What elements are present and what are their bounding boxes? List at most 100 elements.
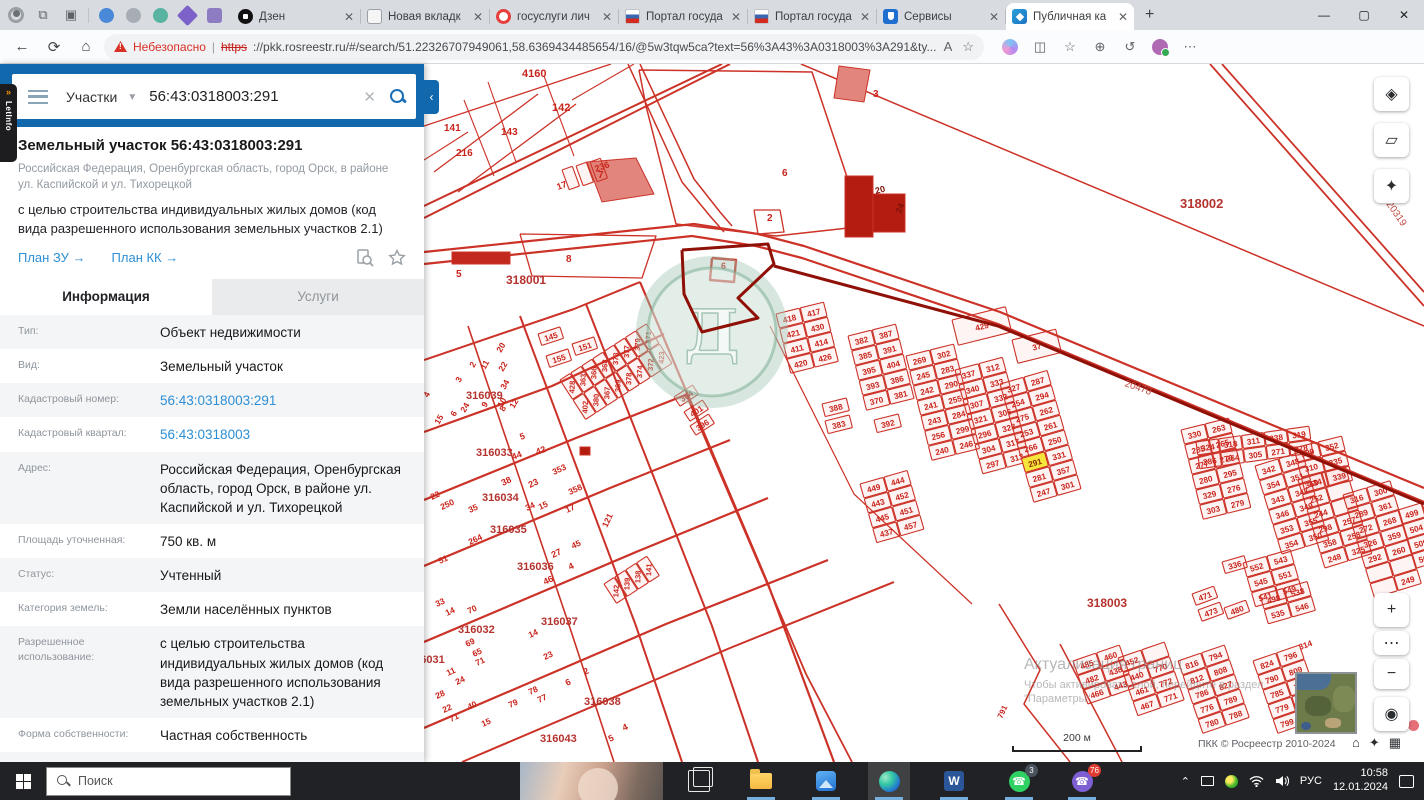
read-aloud-icon[interactable]: A <box>944 39 953 55</box>
overview-minimap[interactable] <box>1295 672 1357 734</box>
zoom-out-button[interactable]: − <box>1374 659 1409 689</box>
home-button[interactable]: ⌂ <box>72 33 100 61</box>
tab-services[interactable]: Услуги <box>212 278 424 315</box>
svg-text:6: 6 <box>448 409 459 418</box>
browser-tab-3[interactable]: госуслуги лич ✕ <box>490 3 619 30</box>
measure-button[interactable]: ▱ <box>1374 123 1409 157</box>
doc-search-icon[interactable] <box>356 249 374 267</box>
history-icon[interactable]: ↺ <box>1118 38 1142 56</box>
badge-count: 76 <box>1088 764 1101 777</box>
new-tab-button[interactable]: + <box>1145 6 1154 24</box>
viber-taskbar-icon[interactable]: ☎ 76 <box>1061 762 1103 800</box>
hidden-icons-chevron[interactable]: ⌃ <box>1181 775 1190 788</box>
tab-information[interactable]: Информация <box>0 278 212 315</box>
browser-tab-2[interactable]: Новая вкладк ✕ <box>361 3 490 30</box>
news-widget-thumbnail[interactable] <box>520 762 663 800</box>
pinned-tab-5[interactable] <box>207 7 222 23</box>
chevron-down-icon[interactable]: ▼ <box>127 92 137 103</box>
home-icon[interactable]: ⌂ <box>1352 735 1360 751</box>
info-row: Статус: Учтенный <box>0 558 424 593</box>
tab-close-icon[interactable]: ✕ <box>473 10 483 24</box>
dzen-favicon <box>238 9 253 24</box>
menu-icon[interactable] <box>28 89 48 104</box>
favorite-star-icon[interactable]: ☆ <box>962 39 974 55</box>
workspaces-icon[interactable]: ▣ <box>62 6 80 24</box>
layers-button[interactable]: ◈ <box>1374 77 1409 111</box>
tab-close-icon[interactable]: ✕ <box>731 10 741 24</box>
plan-zu-link[interactable]: План ЗУ → <box>18 250 86 265</box>
edge-taskbar-icon[interactable] <box>868 762 910 800</box>
clear-search-icon[interactable]: ✕ <box>363 88 376 106</box>
browser-tab-7[interactable]: Публичная ка ✕ <box>1006 3 1134 30</box>
vertical-tabs-icon[interactable]: ⧉ <box>34 6 52 24</box>
wifi-icon[interactable] <box>1249 775 1264 787</box>
photos-taskbar-icon[interactable] <box>805 762 847 800</box>
split-screen-icon[interactable]: ◫ <box>1028 38 1052 56</box>
svg-text:142: 142 <box>611 585 620 598</box>
compass-button[interactable]: ◉ <box>1374 697 1409 731</box>
tab-close-icon[interactable]: ✕ <box>989 10 999 24</box>
browser-tab-1[interactable]: Дзен ✕ <box>232 3 361 30</box>
start-button[interactable] <box>0 762 46 800</box>
svg-text:373: 373 <box>611 352 620 365</box>
imagery-icon[interactable]: ▦ <box>1389 735 1401 751</box>
svg-text:38: 38 <box>500 475 513 488</box>
minimize-button[interactable]: — <box>1304 0 1344 30</box>
security-warning-text[interactable]: Небезопасно <box>133 40 206 54</box>
notification-center-icon[interactable] <box>1399 774 1414 788</box>
close-button[interactable]: ✕ <box>1384 0 1424 30</box>
settings-more-icon[interactable]: ⋯ <box>1178 38 1202 56</box>
pinned-tab-4[interactable] <box>176 4 199 26</box>
file-explorer-taskbar-icon[interactable] <box>740 762 782 800</box>
copilot-icon[interactable] <box>1002 38 1018 55</box>
browser-tab-5[interactable]: Портал госуда ✕ <box>748 3 877 30</box>
tab-close-icon[interactable]: ✕ <box>602 10 612 24</box>
panel-collapse-button[interactable]: ‹ <box>424 80 439 114</box>
clock[interactable]: 10:58 12.01.2024 <box>1333 767 1388 795</box>
search-icon[interactable] <box>390 88 406 105</box>
antivirus-tray-icon[interactable] <box>1224 774 1238 788</box>
tab-close-icon[interactable]: ✕ <box>344 10 354 24</box>
whatsapp-taskbar-icon[interactable]: ☎ 3 <box>998 762 1040 800</box>
row-value[interactable]: 56:43:0318003 <box>142 417 424 451</box>
maximize-button[interactable]: ▢ <box>1344 0 1384 30</box>
task-view-icon[interactable] <box>688 767 713 792</box>
pinned-tab-2[interactable] <box>126 7 141 23</box>
svg-text:318001: 318001 <box>506 273 546 287</box>
browser-tab-4[interactable]: Портал госуда ✕ <box>619 3 748 30</box>
svg-text:33: 33 <box>434 596 447 609</box>
zoom-in-button[interactable]: + <box>1374 593 1409 627</box>
pinned-tab-1[interactable] <box>99 7 114 23</box>
star-icon[interactable] <box>388 248 406 267</box>
search-category[interactable]: Участки <box>66 89 117 105</box>
address-bar[interactable]: Небезопасно | https ://pkk.rosreestr.ru/… <box>104 33 984 60</box>
plan-kk-link[interactable]: План КК → <box>112 250 179 265</box>
volume-icon[interactable] <box>1275 775 1289 787</box>
profile-icon[interactable] <box>8 7 24 23</box>
refresh-button[interactable]: ⟳ <box>40 33 68 61</box>
cadastral-map-canvas[interactable]: 4184174214304114144204263823873853913954… <box>424 64 1424 762</box>
search-input[interactable] <box>149 88 356 105</box>
more-button[interactable]: ⋯ <box>1374 631 1409 655</box>
back-button[interactable]: ← <box>8 33 36 61</box>
marker-button[interactable]: ✦ <box>1374 169 1409 203</box>
cadastral-map[interactable]: 418 417 421 430 411 414 420 426 382 387 385 391 395 4… <box>424 64 1424 762</box>
letinfo-extension-handle[interactable]: » LetInfo <box>0 84 17 162</box>
svg-text:316036: 316036 <box>517 561 554 573</box>
favorites-icon[interactable]: ☆ <box>1058 38 1082 56</box>
row-value[interactable]: 56:43:0318003:291 <box>142 383 424 417</box>
tabs-strip: Дзен ✕ Новая вкладк ✕ госуслуги лич ✕ Портал г… <box>232 0 1135 30</box>
url-scheme: https <box>221 39 248 54</box>
tab-close-icon[interactable]: ✕ <box>1118 10 1128 24</box>
locate-icon[interactable]: ✦ <box>1369 735 1380 751</box>
taskbar-search[interactable]: Поиск <box>46 766 291 796</box>
browser-tab-6[interactable]: Сервисы ✕ <box>877 3 1006 30</box>
pinned-tab-3[interactable] <box>153 7 168 23</box>
essentials-icon[interactable]: ⊕ <box>1088 38 1112 56</box>
extension-icon[interactable] <box>1152 38 1170 57</box>
word-taskbar-icon[interactable]: W <box>933 762 975 800</box>
language-indicator[interactable]: РУС <box>1300 775 1322 787</box>
display-tray-icon[interactable] <box>1200 776 1214 786</box>
tab-close-icon[interactable]: ✕ <box>860 10 870 24</box>
svg-text:34: 34 <box>524 500 537 513</box>
